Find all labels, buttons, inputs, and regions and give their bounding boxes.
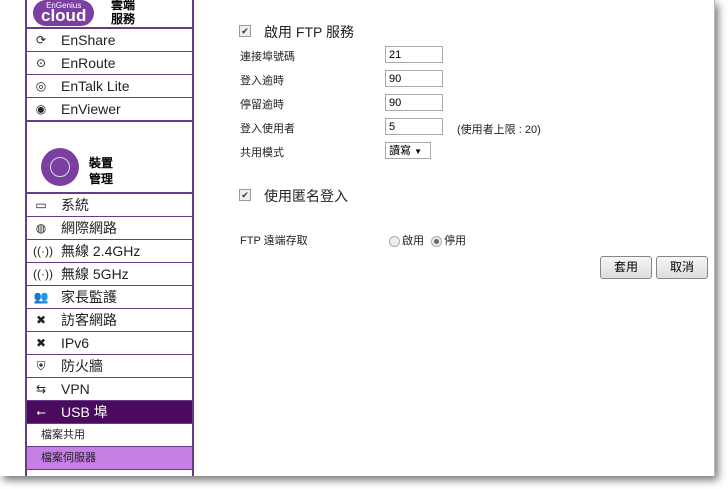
label: EnTalk Lite xyxy=(61,78,130,94)
sidebar-item-usb[interactable]: ⭠ USB 埠 xyxy=(27,401,192,424)
sidebar-item-enroute[interactable]: ⊙ EnRoute xyxy=(27,52,192,75)
talk-icon: ◎ xyxy=(35,79,47,93)
device-management-label: 裝置管理 xyxy=(89,156,114,186)
remote-disable-label: 停用 xyxy=(444,235,467,247)
wireless-icon: ((·)) xyxy=(33,244,53,258)
sidebar-item-vpn[interactable]: ⇆ VPN xyxy=(27,378,192,401)
monitor-icon: ▭ xyxy=(35,198,47,212)
globe-icon: ◍ xyxy=(35,221,47,235)
login-timeout-input[interactable]: 90 xyxy=(385,70,443,87)
camera-icon: ◉ xyxy=(35,102,47,116)
arrows-icon: ⇆ xyxy=(35,382,47,396)
remote-access-label: FTP 遠端存取 xyxy=(240,235,308,247)
remote-enable-radio[interactable] xyxy=(389,235,400,247)
port-input[interactable]: 21 xyxy=(385,46,443,63)
cloud-logo: EnGenius cloud xyxy=(33,0,95,26)
sidebar-item-system[interactable]: ▭ 系統 xyxy=(27,194,192,217)
label: EnShare xyxy=(61,32,116,48)
window: EnGenius cloud 雲端服務 ⟳ EnShare ⊙ EnRoute ◎ En… xyxy=(0,0,715,476)
idle-timeout-label: 停留逾時 xyxy=(240,99,284,111)
label: 系統 xyxy=(61,197,89,213)
idle-timeout-input[interactable]: 90 xyxy=(385,94,443,111)
usb-icon: ⭠ xyxy=(36,404,46,419)
sidebar-item-enviewer[interactable]: ◉ EnViewer xyxy=(27,98,192,122)
sidebar: EnGenius cloud 雲端服務 ⟳ EnShare ⊙ EnRoute ◎ En… xyxy=(25,0,194,476)
label: IPv6 xyxy=(61,335,90,351)
label: 家長監護 xyxy=(61,289,117,305)
sync-icon: ⟳ xyxy=(35,33,47,47)
remote-disable-radio[interactable] xyxy=(431,235,443,247)
share-mode-value: 讀寫 xyxy=(389,145,411,157)
tools-icon: ✖ xyxy=(35,313,47,327)
label: USB 埠 xyxy=(61,404,108,420)
logo-brand: EnGenius xyxy=(46,1,82,10)
wireless-icon: ((·)) xyxy=(33,267,53,281)
enable-ftp-label: 啟用 FTP 服務 xyxy=(264,24,354,40)
sidebar-item-internet[interactable]: ◍ 網際網路 xyxy=(27,217,192,240)
device-management-header: 裝置管理 xyxy=(27,122,192,194)
sidebar-item-parental[interactable]: 👥 家長監護 xyxy=(27,286,192,309)
cloud-services-header: EnGenius cloud 雲端服務 xyxy=(27,0,192,29)
cancel-button[interactable]: 取消 xyxy=(656,256,708,279)
label: 訪客網路 xyxy=(61,312,117,328)
sidebar-item-wireless-24[interactable]: ((·)) 無線 2.4GHz xyxy=(27,240,192,263)
tools-icon: ✖ xyxy=(35,336,47,350)
users-input[interactable]: 5 xyxy=(385,118,443,135)
login-timeout-label: 登入逾時 xyxy=(240,75,284,87)
apply-button[interactable]: 套用 xyxy=(600,256,652,279)
sidebar-item-wireless-5[interactable]: ((·)) 無線 5GHz xyxy=(27,263,192,286)
anonymous-label: 使用匿名登入 xyxy=(264,188,348,204)
label: 無線 2.4GHz xyxy=(61,243,141,259)
label: VPN xyxy=(61,381,90,397)
label: 防火牆 xyxy=(61,358,103,374)
location-icon: ⊙ xyxy=(35,56,47,70)
label: 網際網路 xyxy=(61,220,117,236)
users-label: 登入使用者 xyxy=(240,123,295,135)
users-limit: (使用者上限 : 20) xyxy=(457,124,541,136)
users-icon: 👥 xyxy=(33,290,49,304)
sidebar-subitem-file-sharing[interactable]: 檔案共用 xyxy=(27,424,192,447)
enable-ftp-checkbox[interactable]: ✔ xyxy=(239,25,251,37)
sidebar-item-enshare[interactable]: ⟳ EnShare xyxy=(27,29,192,52)
shield-icon: ⛨ xyxy=(36,358,46,373)
label: EnViewer xyxy=(61,101,121,117)
share-mode-label: 共用模式 xyxy=(240,147,284,159)
label: EnRoute xyxy=(61,55,116,71)
sidebar-item-firewall[interactable]: ⛨ 防火牆 xyxy=(27,355,192,378)
anonymous-checkbox[interactable]: ✔ xyxy=(239,189,251,201)
sidebar-item-guest[interactable]: ✖ 訪客網路 xyxy=(27,309,192,332)
label: 無線 5GHz xyxy=(61,266,129,282)
remote-access-radios: 啟用 停用 xyxy=(389,232,466,248)
sidebar-item-entalk[interactable]: ◎ EnTalk Lite xyxy=(27,75,192,98)
device-icon xyxy=(41,148,79,186)
cloud-services-label: 雲端服務 xyxy=(111,0,136,26)
remote-enable-label: 啟用 xyxy=(402,235,424,247)
share-mode-select[interactable]: 讀寫 ▼ xyxy=(385,142,431,159)
chevron-down-icon: ▼ xyxy=(414,147,422,156)
port-label: 連接埠號碼 xyxy=(240,51,295,63)
sidebar-item-ipv6[interactable]: ✖ IPv6 xyxy=(27,332,192,355)
sidebar-subitem-file-server[interactable]: 檔案伺服器 xyxy=(27,447,192,470)
